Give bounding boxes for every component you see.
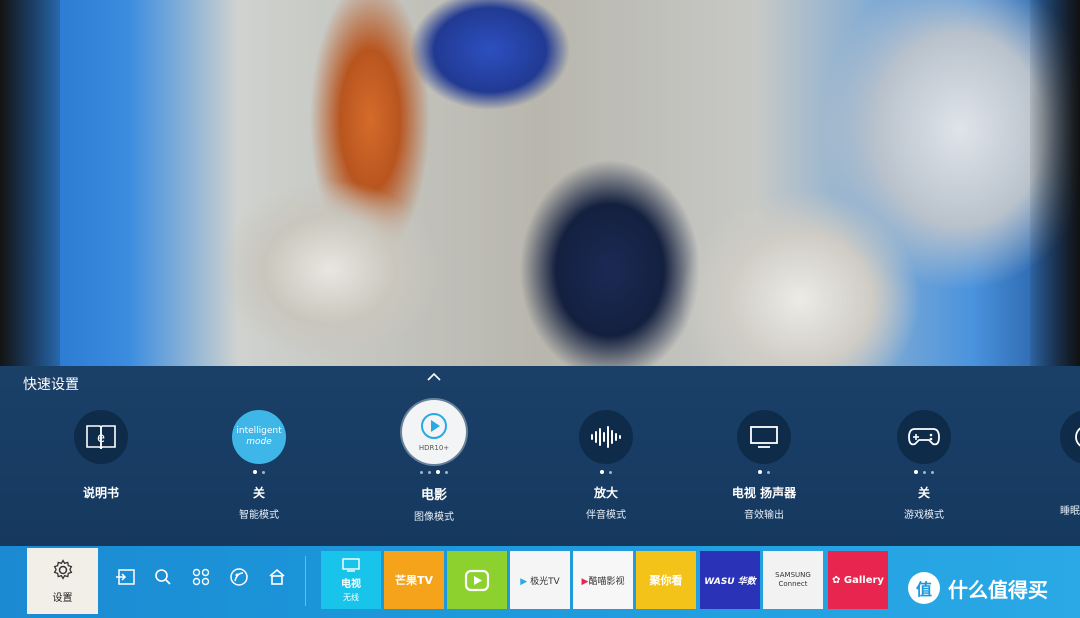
qs-item-label: 放大 [593,486,618,500]
sound-wave-icon [579,410,633,464]
app-aurora-tv[interactable]: ▶ 极光TV [510,551,570,609]
app-tv-label: 电视 [341,578,361,590]
qs-dots [189,468,329,478]
gear-icon [53,558,72,580]
qs-item-sub: 睡眠 [1060,506,1080,517]
app-juni[interactable]: 聚你看 [636,551,696,609]
watermark-logo: 值 [908,572,940,604]
watermark-text: 什么值得买 [948,577,1048,602]
bar-divider [305,556,306,606]
app-tv-sublabel: 无线 [343,592,359,602]
app-samsung-connect-label: SAMSUNG Connect [775,571,811,588]
background-video [0,0,1080,366]
clock-icon [1060,410,1080,464]
app-iqiyi[interactable] [447,551,507,609]
qs-item-picture-mode[interactable]: HDR10+ 电影 图像模式 [364,400,504,523]
qs-item-manual[interactable]: e 说明书 [31,410,171,501]
app-aurora-tv-label: 极光TV [530,576,560,587]
svg-text:e: e [97,431,105,446]
qs-dots [31,468,171,478]
iqiyi-logo-icon [464,569,490,592]
qs-item-sub: 伴音模式 [586,510,626,521]
app-samsung-connect[interactable]: SAMSUNG Connect [763,551,823,609]
qs-item-sleep-timer[interactable]: 睡眠 [1060,410,1080,517]
source-input-icon[interactable] [112,564,138,590]
qs-item-sub: 音效输出 [744,510,784,521]
qs-dots [854,468,994,478]
app-mango-tv-label: 芒果TV [394,574,434,587]
intelligent-badge-line1: intelligent [236,426,282,436]
qs-item-game-mode[interactable]: 关 游戏模式 [854,410,994,521]
app-wasu-label: WASU 华数 [704,576,756,587]
app-mango-tv[interactable]: 芒果TV [384,551,444,609]
ambient-icon[interactable] [226,564,252,590]
app-kumiao-label: 酷喵影视 [588,576,625,587]
qs-item-sub: 图像模式 [414,512,454,523]
home-icon[interactable] [264,564,290,590]
qs-item-sound-mode[interactable]: 放大 伴音模式 [536,410,676,521]
chevron-up-icon[interactable] [426,370,442,382]
settings-label: 设置 [52,592,73,604]
intelligent-badge-line2: mode [246,437,272,447]
qs-item-label: 关 [917,486,930,500]
qs-dots [536,468,676,478]
app-juni-label: 聚你看 [649,574,683,587]
e-manual-book-icon: e [74,410,128,464]
gamepad-icon [897,410,951,464]
app-kumiao[interactable]: ▶酷喵影视 [573,551,633,609]
qs-item-label: 关 [252,486,265,500]
qs-item-label: 电影 [420,488,447,503]
hdr10-badge: HDR10+ [418,444,450,452]
quick-settings-title: 快速设置 [23,377,79,393]
settings-button[interactable]: 设置 [27,548,98,614]
qs-item-sound-output[interactable]: 电视 扬声器 音效输出 [694,410,834,521]
hdr10-play-icon: HDR10+ [402,400,466,464]
qs-dots [694,468,834,478]
qs-item-label: 说明书 [82,486,119,500]
qs-item-intelligent-mode[interactable]: intelligent mode 关 智能模式 [189,410,329,521]
quick-settings-panel: 快速设置 e 说明书 intelligent mode 关 智能模式 HDR10… [0,366,1080,546]
app-tv[interactable]: 电视 无线 [321,551,381,609]
tv-screen: 快速设置 e 说明书 intelligent mode 关 智能模式 HDR10… [0,0,1080,618]
tv-icon [342,557,360,572]
intelligent-mode-icon: intelligent mode [232,410,286,464]
search-icon[interactable] [150,564,176,590]
app-wasu[interactable]: WASU 华数 [700,551,760,609]
site-watermark: 值 什么值得买 [908,572,1048,604]
tv-speaker-icon [737,410,791,464]
app-gallery[interactable]: ✿ Gallery [828,551,888,609]
apps-grid-icon[interactable] [188,564,214,590]
app-gallery-label: Gallery [843,574,884,586]
qs-item-sub: 游戏模式 [904,510,944,521]
qs-item-sub: 智能模式 [239,510,279,521]
background-shade-right [1030,0,1080,366]
qs-dots [364,468,504,478]
background-shade-left [0,0,60,366]
qs-item-label: 电视 扬声器 [731,486,797,500]
nav-icon-group [112,564,290,590]
